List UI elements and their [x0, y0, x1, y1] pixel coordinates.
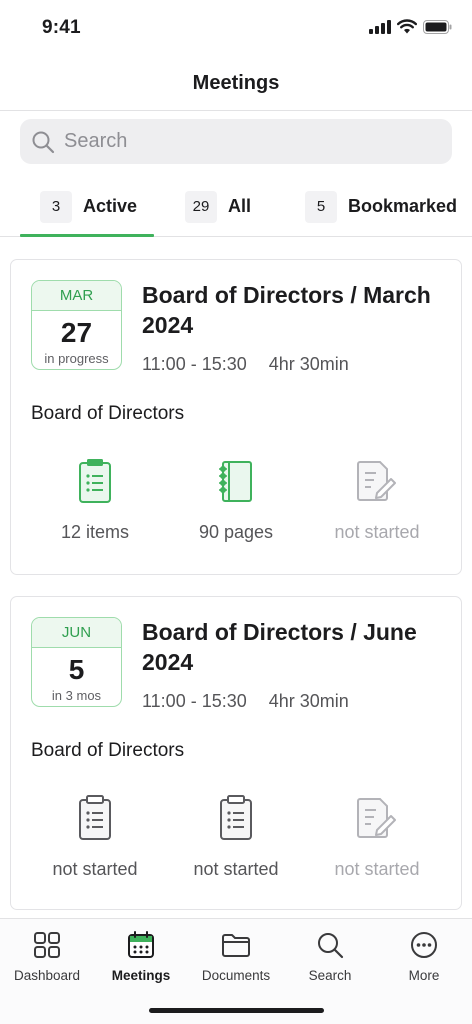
battery-icon: [423, 19, 452, 34]
minutes-label: not started: [334, 522, 420, 542]
tab-count: 3: [40, 190, 72, 223]
nav-documents[interactable]: Documents: [189, 929, 283, 983]
home-indicator: [149, 1008, 324, 1013]
nav-label: More: [408, 968, 440, 983]
meeting-time: 11:00 - 15:30: [142, 691, 247, 711]
documents-label: not started: [193, 859, 279, 879]
agenda-stat[interactable]: not started: [25, 795, 165, 880]
tab-active[interactable]: 3 Active: [40, 180, 137, 237]
documents-stat[interactable]: not started: [166, 795, 306, 880]
date-day: 27: [60, 317, 93, 348]
folder-icon: [222, 934, 250, 957]
wifi-icon: [397, 19, 417, 34]
meeting-duration: 4hr 30min: [268, 691, 349, 711]
status-bar: 9:41: [0, 0, 472, 56]
meeting-time: 11:00 - 15:30: [142, 354, 247, 374]
meeting-status: in 3 mos: [51, 688, 102, 703]
tab-selected-indicator: [20, 234, 154, 237]
date-day: 5: [68, 654, 85, 685]
meeting-duration: 4hr 30min: [268, 354, 349, 374]
status-time: 9:41: [42, 17, 81, 38]
nav-search[interactable]: Search: [283, 929, 377, 983]
tab-count: 5: [305, 190, 337, 223]
page-title: Meetings: [192, 72, 280, 94]
segment-tabs: 3 Active 29 All 5 Bookmarked: [0, 180, 472, 237]
meeting-card[interactable]: JUN 5 in 3 mos Board of Directors / June…: [10, 596, 462, 910]
search-icon: [32, 131, 55, 154]
nav-label: Meetings: [111, 968, 171, 983]
date-month: MAR: [32, 281, 121, 311]
date-month: JUN: [32, 618, 121, 648]
meeting-card[interactable]: MAR 27 in progress Board of Directors / …: [10, 259, 462, 575]
agenda-clipboard-icon: [79, 795, 111, 840]
documents-clipboard-icon: [220, 795, 252, 840]
search-input[interactable]: [64, 119, 434, 164]
date-badge: MAR 27 in progress: [31, 280, 122, 370]
meeting-group: Board of Directors: [31, 740, 185, 761]
nav-label: Documents: [201, 968, 271, 983]
more-icon: [411, 932, 437, 958]
signal-icon: [369, 19, 391, 34]
search-bar[interactable]: [20, 119, 452, 164]
nav-more[interactable]: More: [377, 929, 471, 983]
meeting-time-row: 11:00 - 15:30 4hr 30min: [142, 691, 349, 712]
tab-bookmarked[interactable]: 5 Bookmarked: [305, 180, 457, 237]
minutes-edit-icon: [357, 461, 396, 501]
meeting-title: Board of Directors / March 2024: [142, 282, 431, 338]
tab-label: Active: [83, 196, 138, 216]
agenda-stat[interactable]: 12 items: [25, 458, 165, 543]
meeting-time-row: 11:00 - 15:30 4hr 30min: [142, 354, 349, 375]
meeting-status: in progress: [44, 351, 109, 366]
documents-stat[interactable]: 90 pages: [166, 458, 306, 543]
nav-dashboard[interactable]: Dashboard: [0, 929, 94, 983]
documents-book-icon: [219, 461, 252, 502]
minutes-stat[interactable]: not started: [307, 458, 447, 543]
documents-label: 90 pages: [198, 522, 274, 542]
grid-icon: [34, 932, 60, 958]
nav-label: Search: [308, 968, 352, 983]
minutes-edit-icon: [357, 798, 396, 838]
search-icon: [318, 933, 344, 959]
nav-header: Meetings: [0, 56, 472, 111]
tab-all[interactable]: 29 All: [185, 180, 251, 237]
agenda-label: not started: [52, 859, 138, 879]
tab-count: 29: [185, 190, 217, 223]
tab-label: All: [228, 196, 252, 216]
minutes-stat[interactable]: not started: [307, 795, 447, 880]
meeting-group: Board of Directors: [31, 403, 185, 424]
nav-meetings[interactable]: Meetings: [94, 929, 188, 983]
agenda-clipboard-icon: [79, 459, 111, 503]
meeting-title: Board of Directors / June 2024: [142, 619, 417, 675]
agenda-label: 12 items: [60, 522, 130, 542]
status-icons: [369, 19, 452, 34]
calendar-icon: [128, 931, 154, 958]
minutes-label: not started: [334, 859, 420, 879]
date-badge: JUN 5 in 3 mos: [31, 617, 122, 707]
nav-label: Dashboard: [13, 968, 81, 983]
tab-label: Bookmarked: [348, 196, 458, 216]
